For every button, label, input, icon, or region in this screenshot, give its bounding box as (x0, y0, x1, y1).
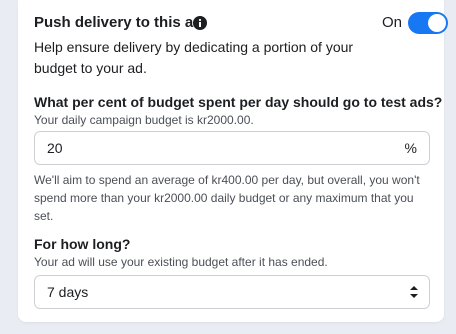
push-delivery-header: Push delivery to this ad On (34, 12, 448, 34)
select-arrows-icon (409, 284, 419, 300)
push-delivery-description: Help ensure delivery by dedicating a por… (34, 39, 354, 76)
test-budget-percent-input[interactable]: 20 % (34, 131, 430, 165)
settings-card: Push delivery to this ad On Help ensure … (18, 0, 448, 322)
duration-selected-value: 7 days (47, 284, 89, 300)
push-delivery-toggle[interactable] (408, 12, 448, 34)
test-budget-percent-value: 20 (47, 140, 63, 156)
test-budget-question: What per cent of budget spent per day sh… (34, 94, 443, 110)
duration-select[interactable]: 7 days (34, 275, 430, 309)
duration-hint: Your ad will use your existing budget af… (34, 255, 328, 269)
percent-suffix: % (404, 140, 417, 156)
toggle-label: On (382, 14, 403, 31)
push-delivery-title: Push delivery to this ad (34, 14, 203, 31)
toggle-knob (428, 14, 446, 32)
info-icon[interactable] (193, 16, 207, 30)
test-budget-note: We'll aim to spend an average of kr400.0… (34, 173, 420, 223)
duration-question: For how long? (34, 236, 131, 252)
test-budget-hint: Your daily campaign budget is kr2000.00. (34, 113, 254, 127)
